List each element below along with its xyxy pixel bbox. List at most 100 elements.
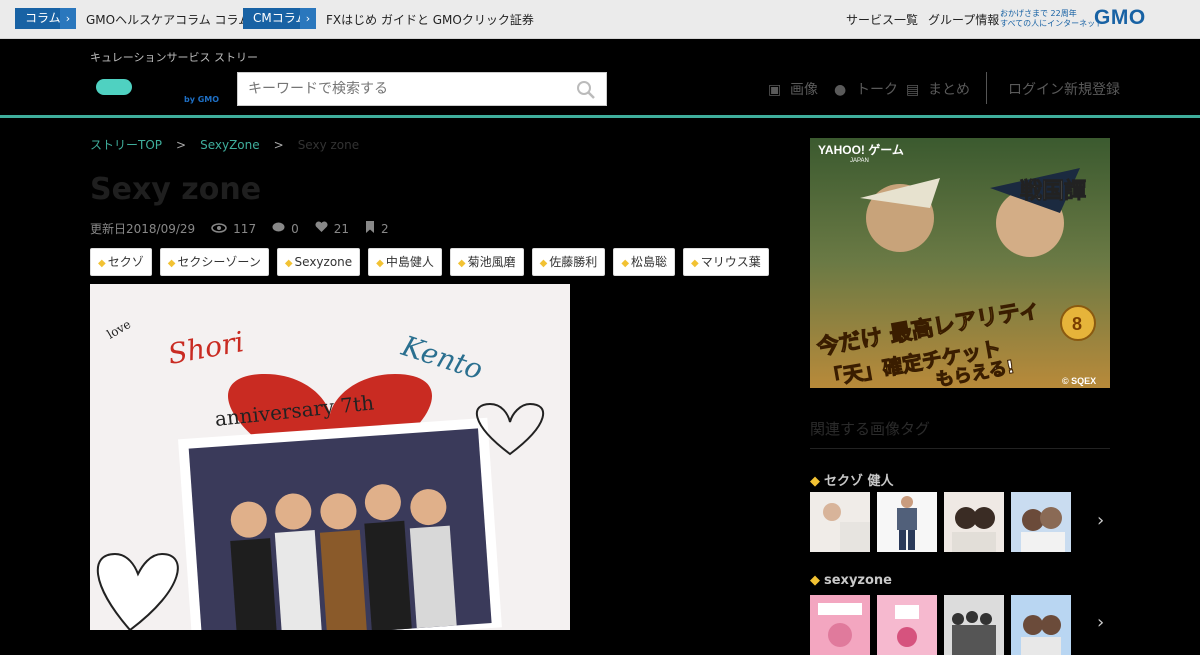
ad-game-title: 戦国譚: [1020, 178, 1086, 204]
sidebar-ad[interactable]: YAHOO! ゲーム JAPAN 戦国譚 今だけ 最高レアリティ 「天」確定チケ…: [810, 138, 1110, 388]
tag-label: セクゾ: [107, 255, 144, 269]
related-tags-heading: 関連する画像タグ: [810, 420, 931, 438]
tag-icon: ◆: [284, 258, 293, 269]
thumbnail[interactable]: [1011, 492, 1071, 552]
gmo-logo[interactable]: GMO: [1094, 6, 1146, 30]
chat-icon: ●: [834, 82, 847, 98]
tag-icon: ◆: [621, 258, 630, 269]
thumbnail[interactable]: [1011, 595, 1071, 655]
tag-list: ◆ セクゾ ◆ セクシーゾーン ◆ Sexyzone ◆ 中島健人 ◆ 菊池風磨 ◆ 佐藤勝…: [90, 248, 769, 276]
tag-item[interactable]: ◆ 松島聡: [613, 248, 676, 276]
gmo-column-link[interactable]: GMOヘルスケアコラム コラム: [86, 11, 250, 28]
tag-icon: ◆: [98, 258, 106, 269]
nav-images[interactable]: ▣ 画像: [768, 79, 818, 99]
tag-label: セクシーゾーン: [177, 255, 261, 269]
document-icon: ▤: [906, 82, 920, 98]
nav-divider: [986, 72, 987, 104]
tag-group-label: sexyzone: [824, 573, 892, 588]
chevron-right-icon: ›: [60, 8, 76, 29]
nav-talk-label: トーク: [856, 82, 898, 98]
search-icon[interactable]: [576, 80, 596, 100]
gmo-anniversary-text: おかげさまで 22周年 すべての人にインターネット: [1000, 9, 1103, 29]
clip-count: 2: [381, 221, 389, 236]
ad-brand: YAHOO! ゲーム: [818, 142, 904, 157]
search-input[interactable]: [238, 73, 558, 105]
tag-label: マリウス葉: [700, 255, 761, 269]
nav-matome-label: まとめ: [928, 82, 970, 98]
tag-label: 佐藤勝利: [549, 255, 598, 269]
image-icon: ▣: [768, 82, 782, 98]
search-box: [237, 72, 607, 106]
article-meta: 更新日2018/09/29 117 0 21 2: [90, 220, 395, 237]
breadcrumb-sexyzone[interactable]: SexyZone: [200, 138, 260, 152]
breadcrumb-separator: >: [273, 138, 284, 152]
updated-date: 更新日2018/09/29: [90, 222, 196, 236]
nav-talk[interactable]: ● トーク: [834, 79, 898, 99]
thumbnail[interactable]: [944, 595, 1004, 655]
tag-label: 松島聡: [631, 255, 668, 269]
thumbnail[interactable]: [877, 492, 937, 552]
ad-copyright: © SQEX: [1062, 376, 1096, 386]
comment-count: 0: [291, 221, 299, 236]
thumbnail[interactable]: [810, 492, 870, 552]
view-count: 117: [233, 221, 257, 236]
service-list-link[interactable]: サービス一覧: [846, 11, 918, 28]
gmo-anniversary-line2: すべての人にインターネット: [1000, 19, 1104, 28]
tag-icon: ◆: [457, 258, 466, 269]
comment-icon: [272, 222, 285, 236]
tag-item[interactable]: ◆ 佐藤勝利: [531, 248, 606, 276]
heart-icon[interactable]: [315, 221, 328, 236]
tag-item[interactable]: ◆ セクゾ: [90, 248, 152, 276]
bookmark-icon[interactable]: [365, 221, 375, 236]
breadcrumb: ストリーTOP > SexyZone > Sexy zone: [90, 136, 359, 153]
tag-item[interactable]: ◆ セクシーゾーン: [159, 248, 269, 276]
tag-label: 中島健人: [385, 255, 434, 269]
tag-label: 菊池風磨: [467, 255, 516, 269]
tag-icon: ◆: [167, 258, 176, 269]
tag-item[interactable]: ◆ 中島健人: [368, 248, 442, 276]
site-header: キュレーションサービス ストリー by GMO ▣ 画像 ● トーク ▤ まとめ ログ…: [0, 39, 1200, 118]
like-count: 21: [333, 221, 349, 236]
gmo-cm-link[interactable]: FXはじめ ガイドと GMOクリック証券: [326, 11, 534, 28]
site-logo[interactable]: [96, 79, 132, 95]
site-logo-sub: by GMO: [184, 95, 220, 104]
tag-item[interactable]: ◆ 菊池風磨: [449, 248, 524, 276]
tag-group-thumbs: [810, 492, 1071, 552]
nav-register[interactable]: 新規登録: [1064, 79, 1120, 99]
tag-group-label: セクゾ 健人: [824, 474, 894, 489]
breadcrumb-current: Sexy zone: [297, 138, 360, 152]
nav-images-label: 画像: [790, 82, 818, 98]
gmo-column-tag-label: コラム: [25, 11, 61, 25]
thumbnail[interactable]: [877, 595, 937, 655]
ad-badge: 8: [1072, 314, 1082, 334]
chevron-right-icon: ›: [300, 8, 316, 29]
tag-icon: ◆: [376, 258, 384, 269]
tag-icon: ◆: [810, 474, 820, 489]
main-image[interactable]: anniversary 7th Shori Kento love: [90, 284, 570, 630]
breadcrumb-top[interactable]: ストリーTOP: [90, 138, 162, 152]
gmo-anniversary-line1: おかげさまで 22周年: [1000, 9, 1077, 18]
tag-label: Sexyzone: [294, 255, 353, 269]
eye-icon: [211, 222, 227, 236]
gmo-group-bar: コラム › GMOヘルスケアコラム コラム CMコラム › FXはじめ ガイドと…: [0, 0, 1200, 39]
chevron-right-icon[interactable]: ›: [1097, 510, 1104, 531]
tag-group-title[interactable]: ◆ sexyzone: [810, 573, 892, 588]
tag-group-title[interactable]: ◆ セクゾ 健人: [810, 470, 894, 489]
gmo-column-tag[interactable]: コラム ›: [15, 8, 76, 29]
nav-login[interactable]: ログイン: [1008, 79, 1064, 99]
tag-icon: ◆: [691, 258, 699, 269]
site-tagline: キュレーションサービス ストリー: [90, 51, 259, 64]
tag-icon: ◆: [539, 258, 548, 269]
sidebar-divider: [810, 448, 1110, 449]
tag-group-thumbs: [810, 595, 1071, 655]
thumbnail[interactable]: [944, 492, 1004, 552]
group-info-link[interactable]: グループ情報: [928, 11, 999, 28]
gmo-cm-tag[interactable]: CMコラム ›: [243, 8, 316, 29]
breadcrumb-separator: >: [176, 138, 187, 152]
nav-matome[interactable]: ▤ まとめ: [906, 79, 970, 99]
tag-item[interactable]: ◆ Sexyzone: [276, 248, 361, 276]
ad-brand-sub: JAPAN: [850, 158, 869, 164]
tag-icon: ◆: [810, 573, 820, 588]
tag-item[interactable]: ◆ マリウス葉: [683, 248, 769, 276]
thumbnail[interactable]: [810, 595, 870, 655]
